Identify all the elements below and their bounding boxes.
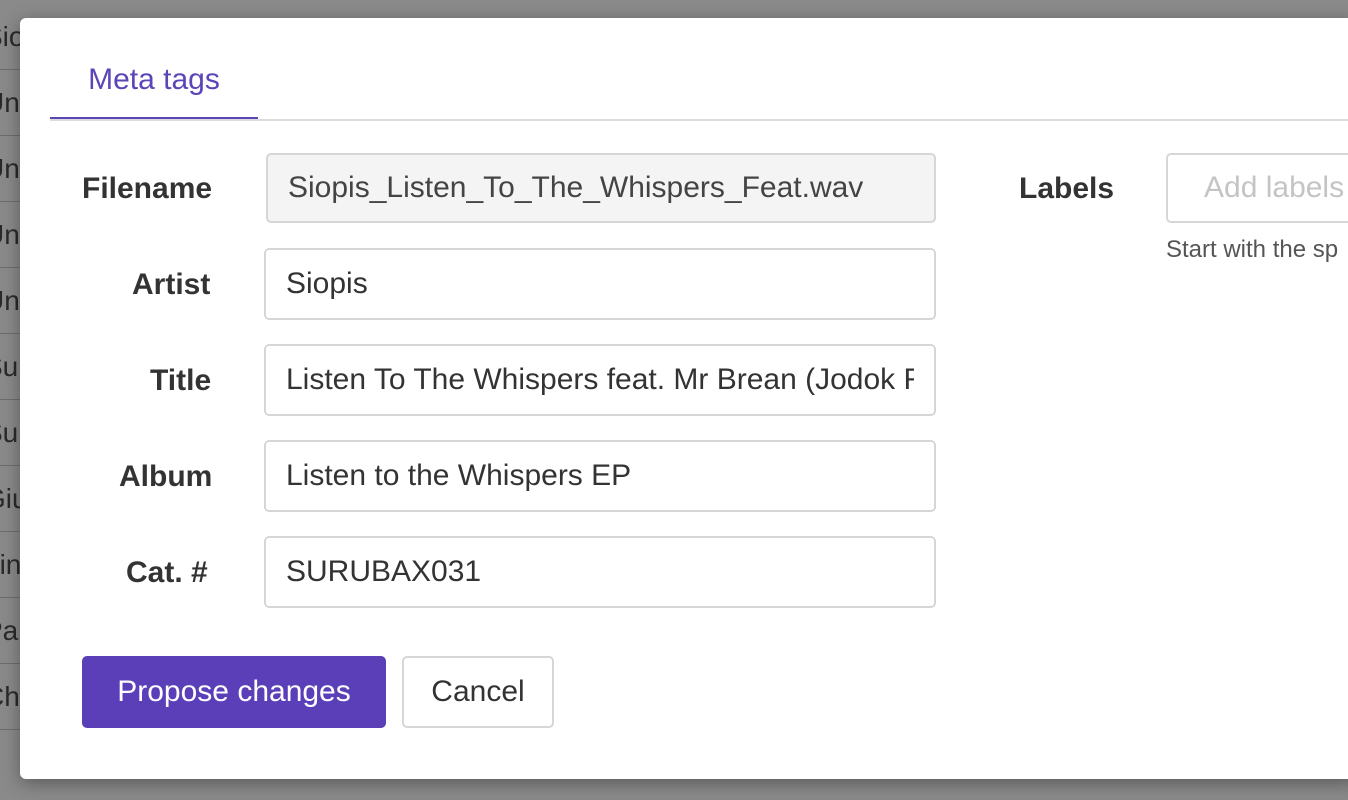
tab-bar: Meta tags xyxy=(50,18,1348,121)
catalog-number-field[interactable] xyxy=(264,536,936,608)
title-field[interactable] xyxy=(264,344,936,416)
propose-changes-button[interactable]: Propose changes xyxy=(82,656,386,728)
title-label: Title xyxy=(150,364,212,397)
album-label: Album xyxy=(119,460,213,493)
filename-field[interactable] xyxy=(266,153,936,223)
album-field[interactable] xyxy=(264,440,936,512)
filename-label: Filename xyxy=(82,172,213,205)
artist-label: Artist xyxy=(132,268,211,301)
tab-meta-tags[interactable]: Meta tags xyxy=(50,18,258,119)
labels-input[interactable] xyxy=(1166,153,1348,223)
meta-tags-modal: Meta tags Filename Artist Title Album Ca… xyxy=(20,18,1348,779)
artist-field[interactable] xyxy=(264,248,936,320)
labels-hint: Start with the sp xyxy=(1166,236,1339,263)
catalog-number-label: Cat. # xyxy=(126,556,208,589)
labels-label: Labels xyxy=(1019,172,1115,205)
cancel-button[interactable]: Cancel xyxy=(402,656,554,728)
